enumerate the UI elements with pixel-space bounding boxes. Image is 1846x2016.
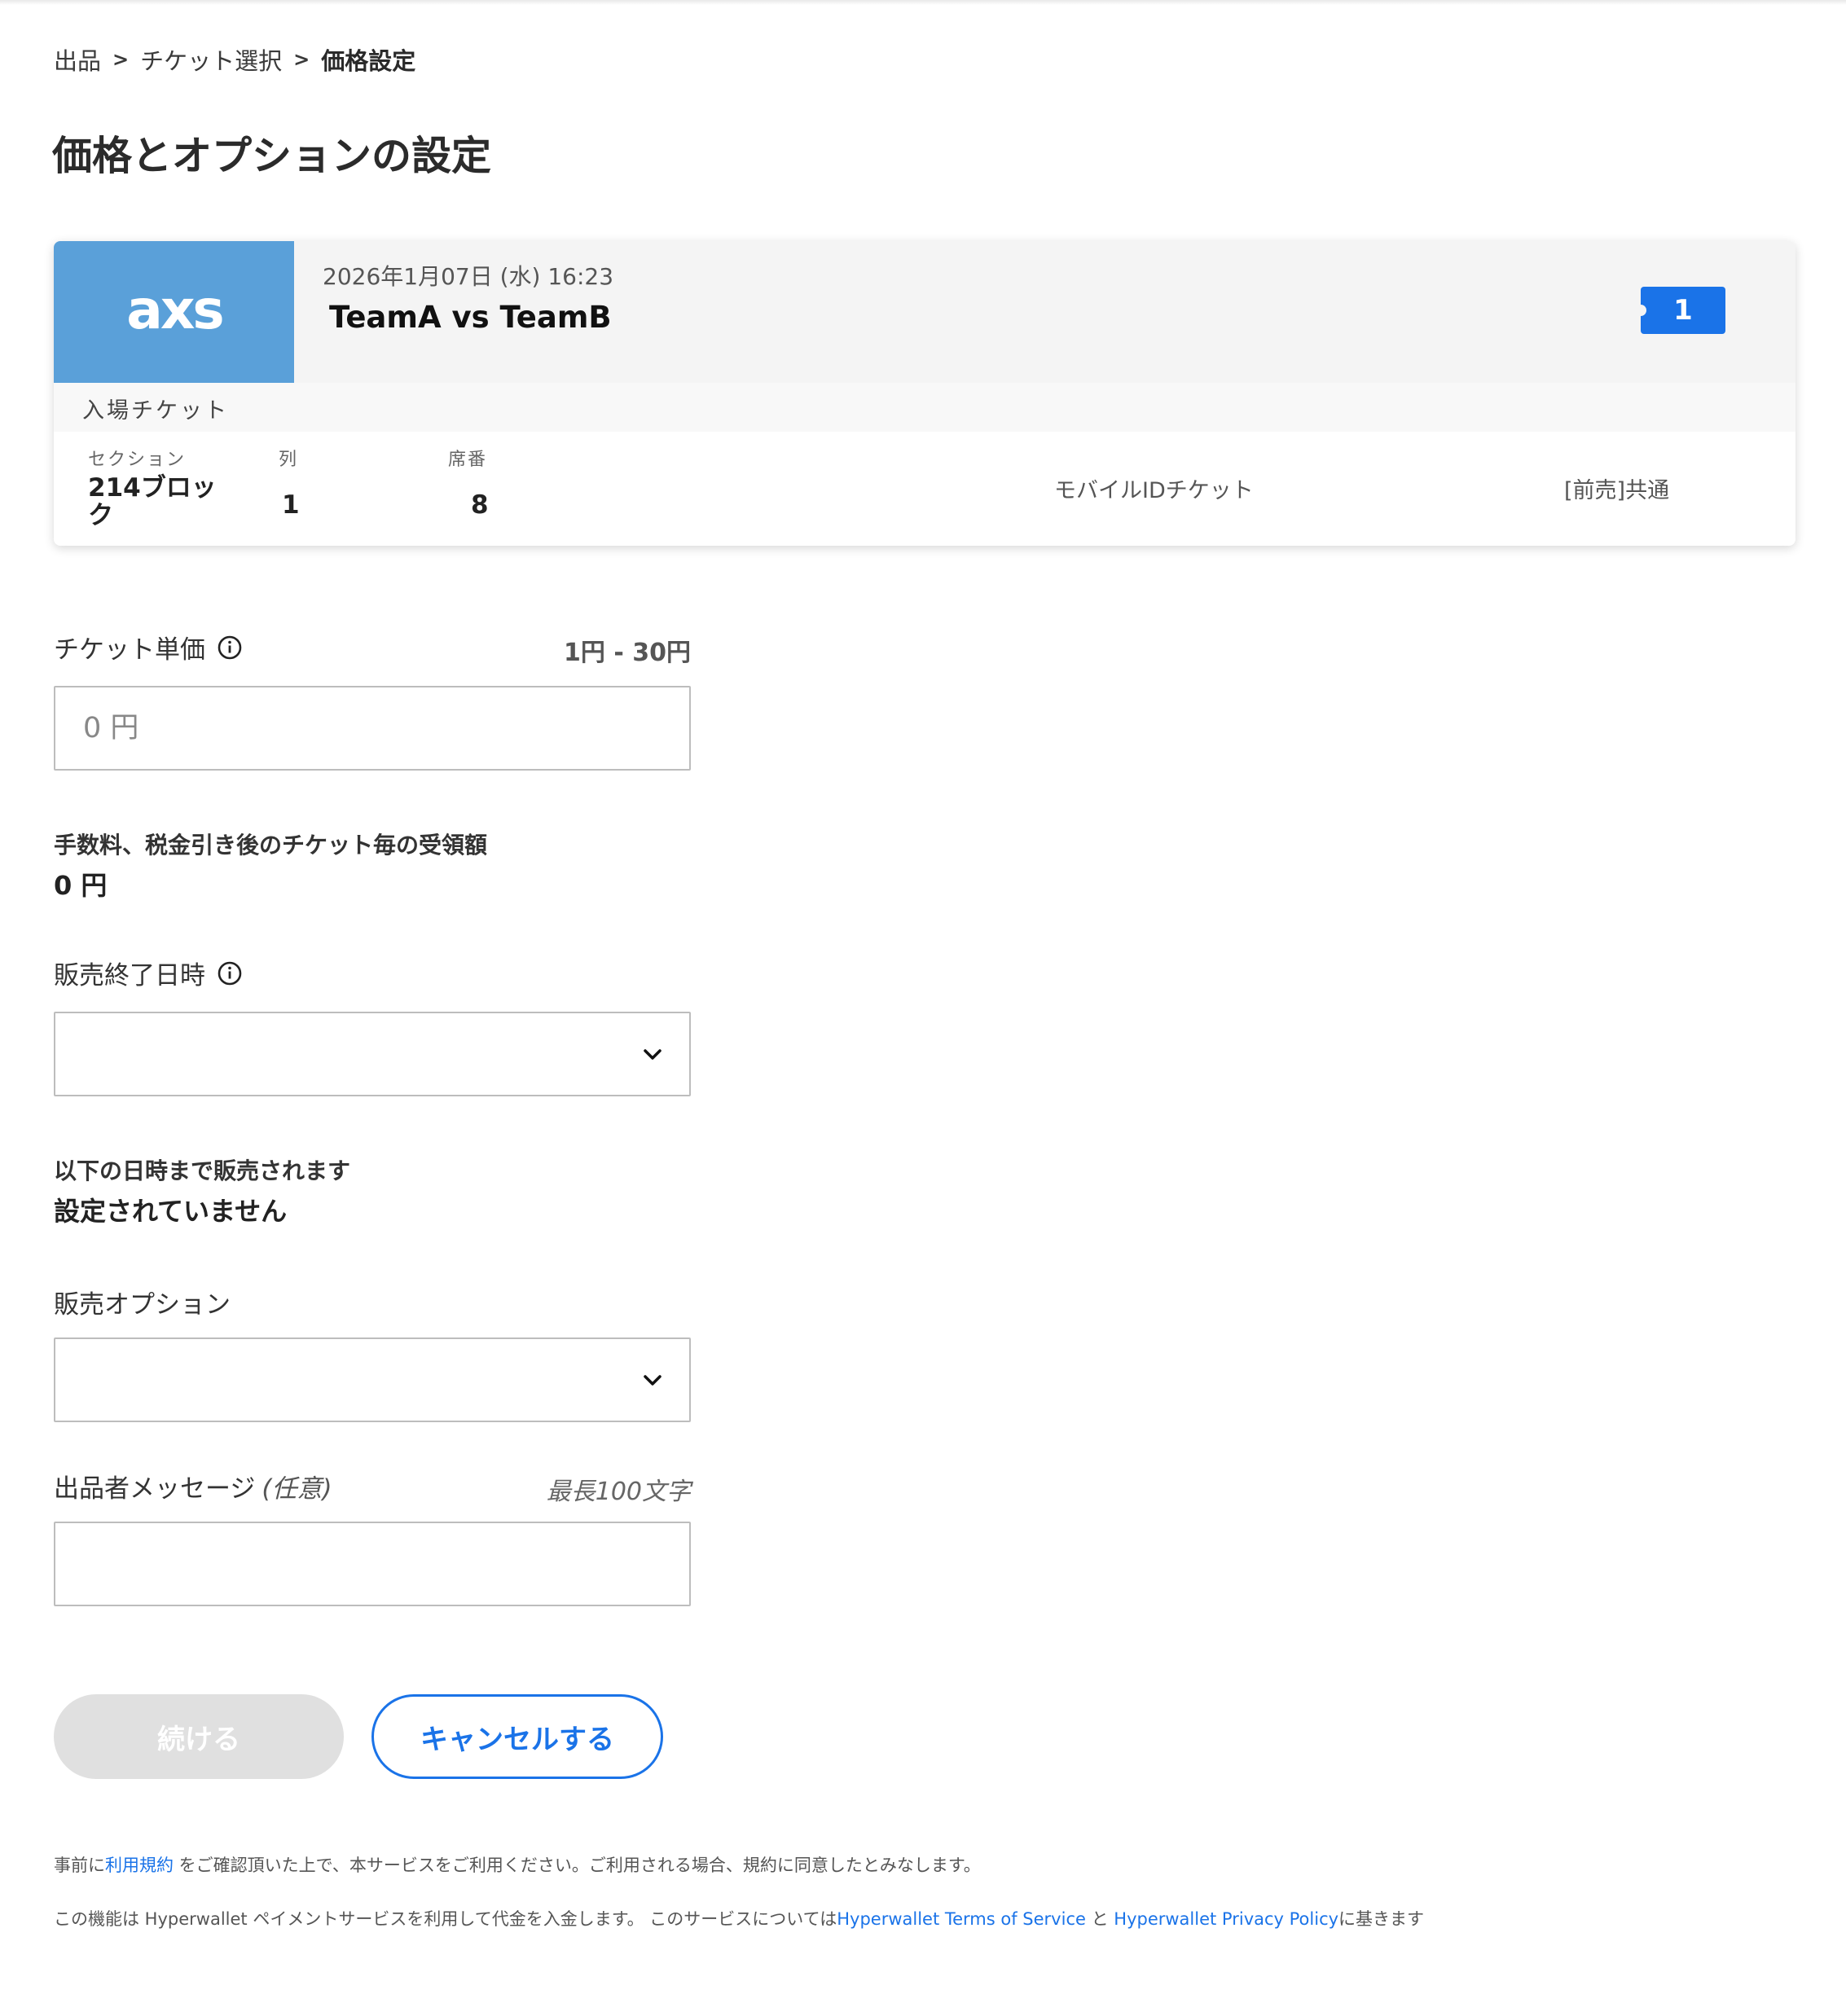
optional-label: (任意) [262,1474,332,1504]
seller-message-input[interactable] [54,1522,691,1606]
sales-option-label: 販売オプション [54,1284,231,1320]
event-date: 2026年1月07日 (水) 16:23 [323,263,614,290]
seat-label: 席番 [448,450,488,470]
page-title: 価格とオプションの設定 [52,133,492,179]
event-card: axs 2026年1月07日 (水) 16:23 TeamA vs TeamB … [54,241,1795,546]
net-amount-label: 手数料、税金引き後のチケット毎の受領額 [54,832,488,859]
section-value-line1: 214ブロッ [88,473,217,503]
breadcrumb-separator: > [112,48,130,71]
seat-value: 8 [471,490,489,520]
hyperwallet-and: と [1085,1909,1114,1929]
price-label-text: チケット単価 [54,635,205,665]
row-value: 1 [282,490,300,520]
hyperwallet-suffix: に基きます [1338,1909,1425,1929]
ticket-badge-icon [1635,305,1646,316]
sales-end-select[interactable] [54,1012,691,1096]
ticket-type: 入場チケット [82,398,229,424]
sales-end-label: 販売終了日時 [54,955,243,991]
ticket-quantity-badge: 1 [1635,287,1725,334]
continue-button[interactable]: 続ける [54,1694,344,1779]
price-input[interactable] [54,686,691,771]
sales-option-select[interactable] [54,1337,691,1422]
sales-until-label: 以下の日時まで販売されます [54,1157,351,1184]
event-name: TeamA vs TeamB [329,300,612,335]
terms-link[interactable]: 利用規約 [105,1856,174,1875]
delivery-method: モバイルIDチケット [1054,478,1254,503]
breadcrumb-item-ticket-select[interactable]: チケット選択 [140,42,282,77]
hyperwallet-notice: この機能は Hyperwallet ペイメントサービスを利用して代金を入金します… [54,1906,1424,1930]
terms-prefix: 事前に [54,1856,105,1875]
row-label: 列 [279,450,299,470]
breadcrumb-item-listing[interactable]: 出品 [54,42,101,77]
info-icon[interactable] [217,635,243,661]
hyperwallet-prefix: この機能は Hyperwallet ペイメントサービスを利用して代金を入金します… [54,1909,837,1929]
top-shadow [0,0,1846,5]
axs-logo-icon: axs [126,279,225,341]
breadcrumb-item-current: 価格設定 [321,47,416,75]
price-label: チケット単価 [54,629,243,665]
breadcrumb-separator: > [293,48,310,71]
terms-suffix: をご確認頂いた上で、本サービスをご利用ください。ご利用される場合、規約に同意した… [174,1856,981,1875]
seller-message-label-text: 出品者メッセージ [54,1474,256,1504]
sales-option-label-text: 販売オプション [54,1290,231,1320]
net-amount-value: 0 円 [54,870,108,901]
section-value-line2: ク [88,501,113,530]
sales-end-label-text: 販売終了日時 [54,961,205,990]
chevron-down-icon [644,1049,661,1060]
breadcrumb: 出品 > チケット選択 > 価格設定 [54,42,415,77]
chevron-down-icon [644,1375,661,1386]
sales-until-value: 設定されていません [54,1196,288,1227]
page: 出品 > チケット選択 > 価格設定 価格とオプションの設定 axs 2026年… [0,0,1846,2016]
hyperwallet-privacy-link[interactable]: Hyperwallet Privacy Policy [1114,1909,1338,1929]
info-icon[interactable] [217,960,243,986]
max-length-note: 最長100文字 [546,1478,691,1506]
cancel-button[interactable]: キャンセルする [371,1694,663,1779]
sale-type: [前売]共通 [1564,478,1670,503]
section-label: セクション [88,450,187,470]
terms-notice: 事前に利用規約 をご確認頂いた上で、本サービスをご利用ください。ご利用される場合… [54,1852,981,1877]
ticket-quantity: 1 [1673,294,1693,327]
event-card-header: axs 2026年1月07日 (水) 16:23 TeamA vs TeamB … [54,241,1795,383]
price-range: 1円 - 30円 [564,639,691,667]
chevron-up-icon[interactable] [1792,295,1795,324]
section-value: 214ブロッ ク [88,474,217,529]
seller-message-label: 出品者メッセージ (任意) [54,1468,332,1504]
hyperwallet-terms-link[interactable]: Hyperwallet Terms of Service [837,1909,1086,1929]
axs-logo: axs [54,241,294,383]
ticket-type-row: 入場チケット [54,383,1795,432]
svg-text:axs: axs [126,279,222,341]
